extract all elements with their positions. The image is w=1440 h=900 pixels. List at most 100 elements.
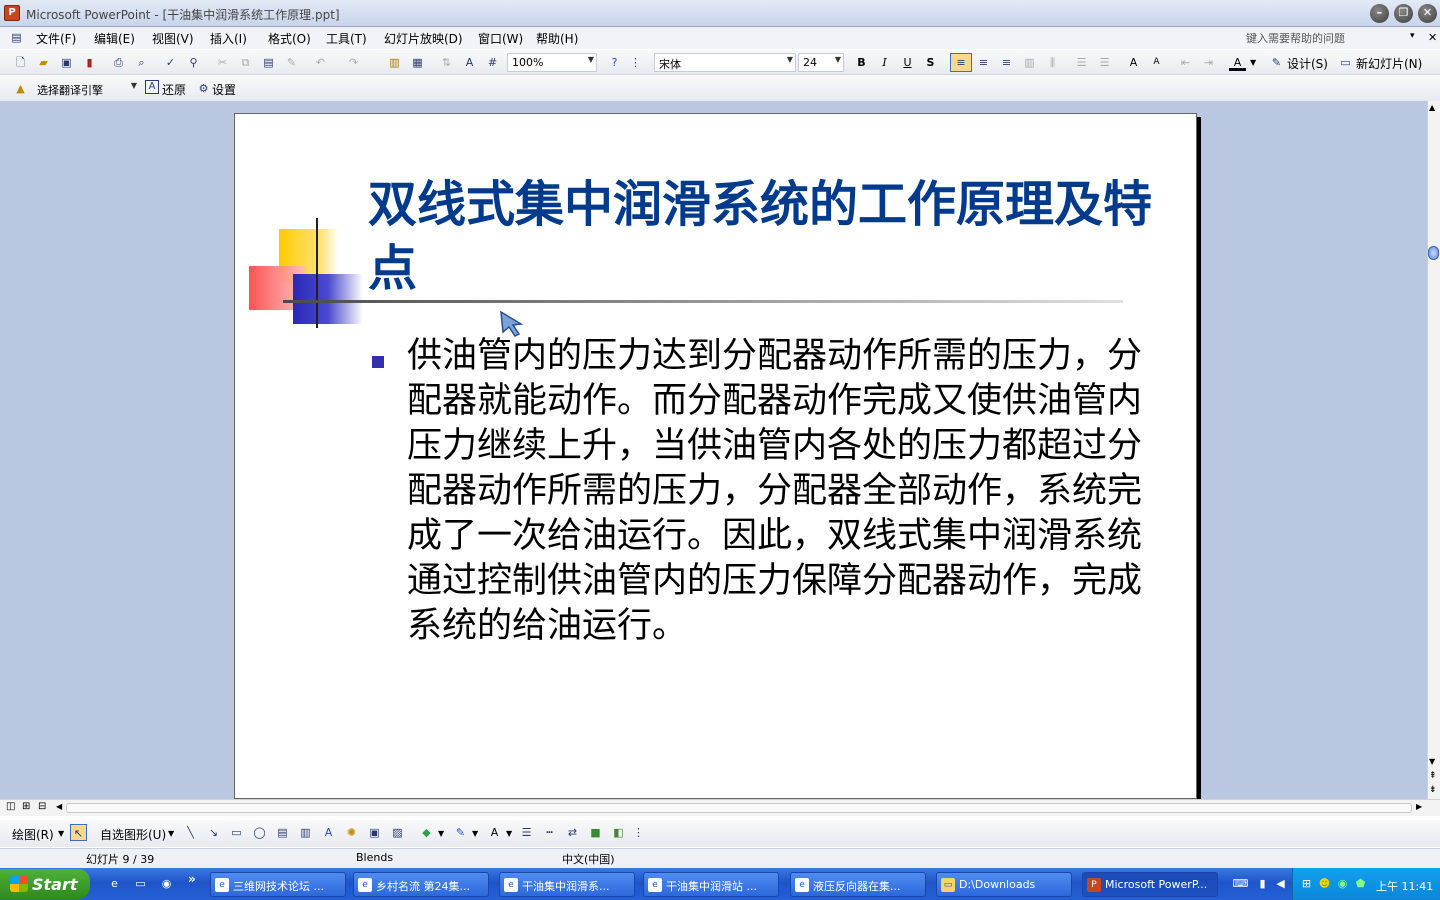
menu-help[interactable]: 帮助(H) [536,30,578,47]
scroll-right-icon[interactable]: ▶ [1416,802,1422,811]
keyboard-icon[interactable]: ⌨ [1232,875,1249,892]
align-center-icon[interactable]: ≡ [975,54,992,71]
restore-button[interactable]: 还原 [162,81,186,98]
decrease-indent-icon[interactable]: ⇤ [1177,54,1194,71]
diagram-icon[interactable]: ✺ [343,824,360,841]
task-button-active[interactable]: P Microsoft PowerP... [1082,872,1218,897]
font-size-select[interactable]: 24 ▼ [798,53,844,72]
chevron-down-icon[interactable]: ▼ [472,829,478,838]
task-button[interactable]: e 乡村名流 第24集... [353,872,489,897]
network-icon[interactable]: ⊞ [1298,875,1315,892]
scroll-track[interactable] [66,803,1412,813]
toolbar-options-icon[interactable]: ⋮ [633,824,644,841]
numbering-icon[interactable]: ☰ [1073,54,1090,71]
insert-chart-icon[interactable]: ▥ [386,54,403,71]
settings-button[interactable]: 设置 [212,81,236,98]
menu-file[interactable]: 文件(F) [36,30,76,47]
slide-canvas[interactable]: 双线式集中润滑系统的工作原理及特点 供油管内的压力达到分配器动作所需的压力，分配… [234,113,1197,799]
picture-icon[interactable]: ▨ [389,824,406,841]
restore-icon[interactable]: ❐ [1394,4,1413,23]
permission-icon[interactable]: ▮ [81,54,98,71]
scroll-up-icon[interactable]: ▲ [1429,103,1435,112]
bullets-icon[interactable]: ☰ [1096,54,1113,71]
menu-format[interactable]: 格式(O) [268,30,311,47]
select-pointer-icon[interactable]: ↖ [70,824,87,841]
menu-view[interactable]: 视图(V) [152,30,194,47]
expand-all-icon[interactable]: ⇅ [438,54,455,71]
shadow-button[interactable]: S [922,54,939,71]
chevron-down-icon[interactable]: ▼ [1250,58,1256,67]
help-search-input[interactable]: 键入需要帮助的问题 [1240,28,1426,46]
translate-engine-select[interactable]: 选择翻译引擎 ▼ [32,79,140,98]
line-color-icon[interactable]: ✎ [452,824,469,841]
clipart-icon[interactable]: ▣ [366,824,383,841]
distribute-icon[interactable]: ▥ [1021,54,1038,71]
new-icon[interactable]: 🗋 [12,54,29,71]
task-button[interactable]: e 干油集中润滑系... [499,872,635,897]
chevron-down-icon[interactable]: ▼ [438,829,444,838]
research-icon[interactable]: ⚲ [185,54,202,71]
chevron-down-icon[interactable]: ▼ [168,829,174,838]
menu-slideshow[interactable]: 幻灯片放映(D) [384,30,463,47]
scroll-left-icon[interactable]: ◀ [56,802,62,811]
internet-explorer-icon[interactable]: e [106,875,123,892]
shadow-style-icon[interactable]: ■ [587,824,604,841]
underline-button[interactable]: U [899,54,916,71]
menu-window[interactable]: 窗口(W) [478,30,523,47]
next-slide-icon[interactable]: ⇟ [1429,785,1437,795]
zoom-select[interactable]: 100% ▼ [507,53,597,72]
task-button[interactable]: e 液压反向器在集... [790,872,926,897]
collapse-tray-icon[interactable]: ◀ [1272,875,1289,892]
task-button[interactable]: e 干油集中润滑站 ... [643,872,779,897]
textbox-icon[interactable]: ▤ [274,824,291,841]
help-icon[interactable]: ? [606,54,623,71]
system-clock[interactable]: 上午 11:41 [1376,878,1433,894]
fill-color-icon[interactable]: ◆ [418,824,435,841]
vertical-text-icon[interactable]: ⫼ [1044,54,1061,71]
line-style-icon[interactable]: ☰ [518,824,535,841]
slide-sorter-view-icon[interactable]: ⊞ [22,801,30,812]
autoshapes-menu[interactable]: 自选图形(U) [100,826,166,843]
show-desktop-icon[interactable]: ▭ [132,875,149,892]
vertical-scrollbar[interactable]: ▲ ▼ ⇞ ⇟ [1427,101,1440,799]
menu-tools[interactable]: 工具(T) [326,30,367,47]
horizontal-scrollbar[interactable]: ◫ ⊞ ⊟ ◀ ▶ [0,799,1440,816]
cut-icon[interactable]: ✂ [214,54,231,71]
print-preview-icon[interactable]: ⌕ [133,54,150,71]
format-painter-icon[interactable]: ✎ [283,54,300,71]
print-icon[interactable]: ⎙ [110,54,127,71]
3d-style-icon[interactable]: ◧ [610,824,627,841]
language-bar-icon[interactable]: ▮ [1254,875,1271,892]
slide-title[interactable]: 双线式集中润滑系统的工作原理及特点 [368,172,1158,300]
undo-icon[interactable]: ↶ [312,54,329,71]
font-color-icon[interactable]: A [1229,54,1246,71]
open-icon[interactable]: ▰ [35,54,52,71]
wordart-icon[interactable]: A [320,824,337,841]
toolbar-options-icon[interactable]: ⋮ [630,54,641,71]
previous-slide-icon[interactable]: ⇞ [1429,771,1437,781]
bold-button[interactable]: B [853,54,870,71]
slide-body-text[interactable]: 供油管内的压力达到分配器动作所需的压力，分配器就能动作。而分配器动作完成又使供油… [407,334,1155,649]
copy-icon[interactable]: ⧉ [237,54,254,71]
decrease-font-icon[interactable]: A [1148,54,1165,71]
antivirus-icon[interactable]: ◉ [1334,875,1351,892]
normal-view-icon[interactable]: ◫ [6,801,15,812]
line-icon[interactable]: ╲ [182,824,199,841]
font-color-icon[interactable]: A [486,824,503,841]
chevron-down-icon[interactable]: ▼ [58,829,64,838]
close-icon[interactable]: ✕ [1418,4,1437,23]
design-button[interactable]: 设计(S) [1287,55,1328,72]
document-icon[interactable]: ▤ [8,29,25,46]
scroll-thumb[interactable] [1428,246,1439,260]
grid-icon[interactable]: # [484,54,501,71]
arrow-style-icon[interactable]: ⇄ [564,824,581,841]
slideshow-view-icon[interactable]: ⊟ [38,801,46,812]
save-icon[interactable]: ▣ [58,54,75,71]
qq-icon[interactable]: ☻ [1316,875,1333,892]
spelling-icon[interactable]: ✓ [162,54,179,71]
new-slide-button[interactable]: 新幻灯片(N) [1356,55,1422,72]
chevron-down-icon[interactable]: ▼ [506,829,512,838]
task-button[interactable]: e 三维网技术论坛 ... [210,872,346,897]
help-dropdown-icon[interactable]: ▾ [1410,31,1415,41]
menu-edit[interactable]: 编辑(E) [94,30,135,47]
